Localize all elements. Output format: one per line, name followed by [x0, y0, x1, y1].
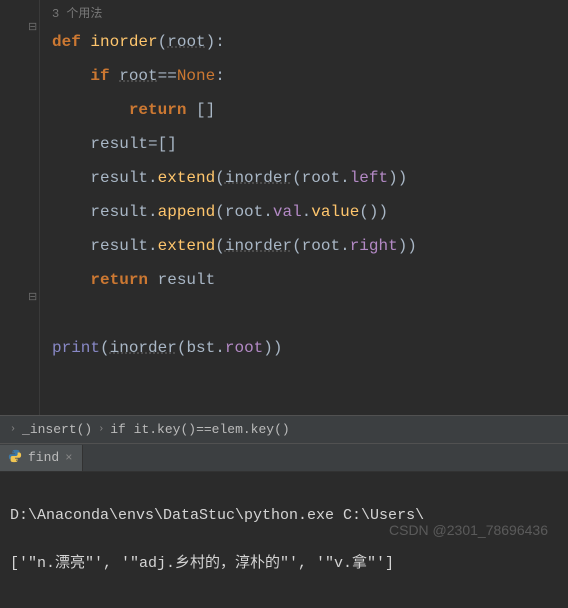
console-line: ['"n.漂亮"', '"adj.乡村的，淳朴的"', '"v.拿"'] — [10, 552, 558, 576]
code-line[interactable]: result.append(root.val.value()) — [0, 195, 568, 229]
tab-find[interactable]: find × — [0, 445, 83, 471]
fold-marker-icon[interactable]: ⊟ — [28, 20, 37, 34]
chevron-right-icon: › — [10, 424, 16, 435]
gutter: ⊟ ⊟ — [0, 0, 40, 415]
code-line[interactable]: return [] — [0, 93, 568, 127]
close-icon[interactable]: × — [65, 451, 72, 465]
code-line[interactable]: if root==None: — [0, 59, 568, 93]
tab-label: find — [28, 450, 59, 465]
code-editor[interactable]: ⊟ ⊟ 3 个用法 def inorder(root): if root==No… — [0, 0, 568, 415]
breadcrumb-item[interactable]: _insert() — [22, 422, 92, 437]
code-line[interactable]: result=[] — [0, 127, 568, 161]
tab-bar: find × — [0, 444, 568, 472]
console-output[interactable]: D:\Anaconda\envs\DataStuc\python.exe C:\… — [0, 472, 568, 608]
code-line[interactable]: return result — [0, 263, 568, 297]
chevron-right-icon: › — [98, 424, 104, 435]
code-line[interactable]: print(inorder(bst.root)) — [0, 331, 568, 365]
code-line[interactable] — [0, 297, 568, 331]
code-line[interactable]: result.extend(inorder(root.left)) — [0, 161, 568, 195]
fold-marker-icon[interactable]: ⊟ — [28, 290, 37, 304]
code-line[interactable]: def inorder(root): — [0, 25, 568, 59]
breadcrumb[interactable]: › _insert() › if it.key()==elem.key() — [0, 415, 568, 444]
code-line[interactable]: result.extend(inorder(root.right)) — [0, 229, 568, 263]
usage-hint: 3 个用法 — [0, 2, 568, 25]
python-icon — [8, 449, 22, 467]
breadcrumb-item[interactable]: if it.key()==elem.key() — [110, 422, 289, 437]
watermark: CSDN @2301_78696436 — [389, 522, 548, 538]
